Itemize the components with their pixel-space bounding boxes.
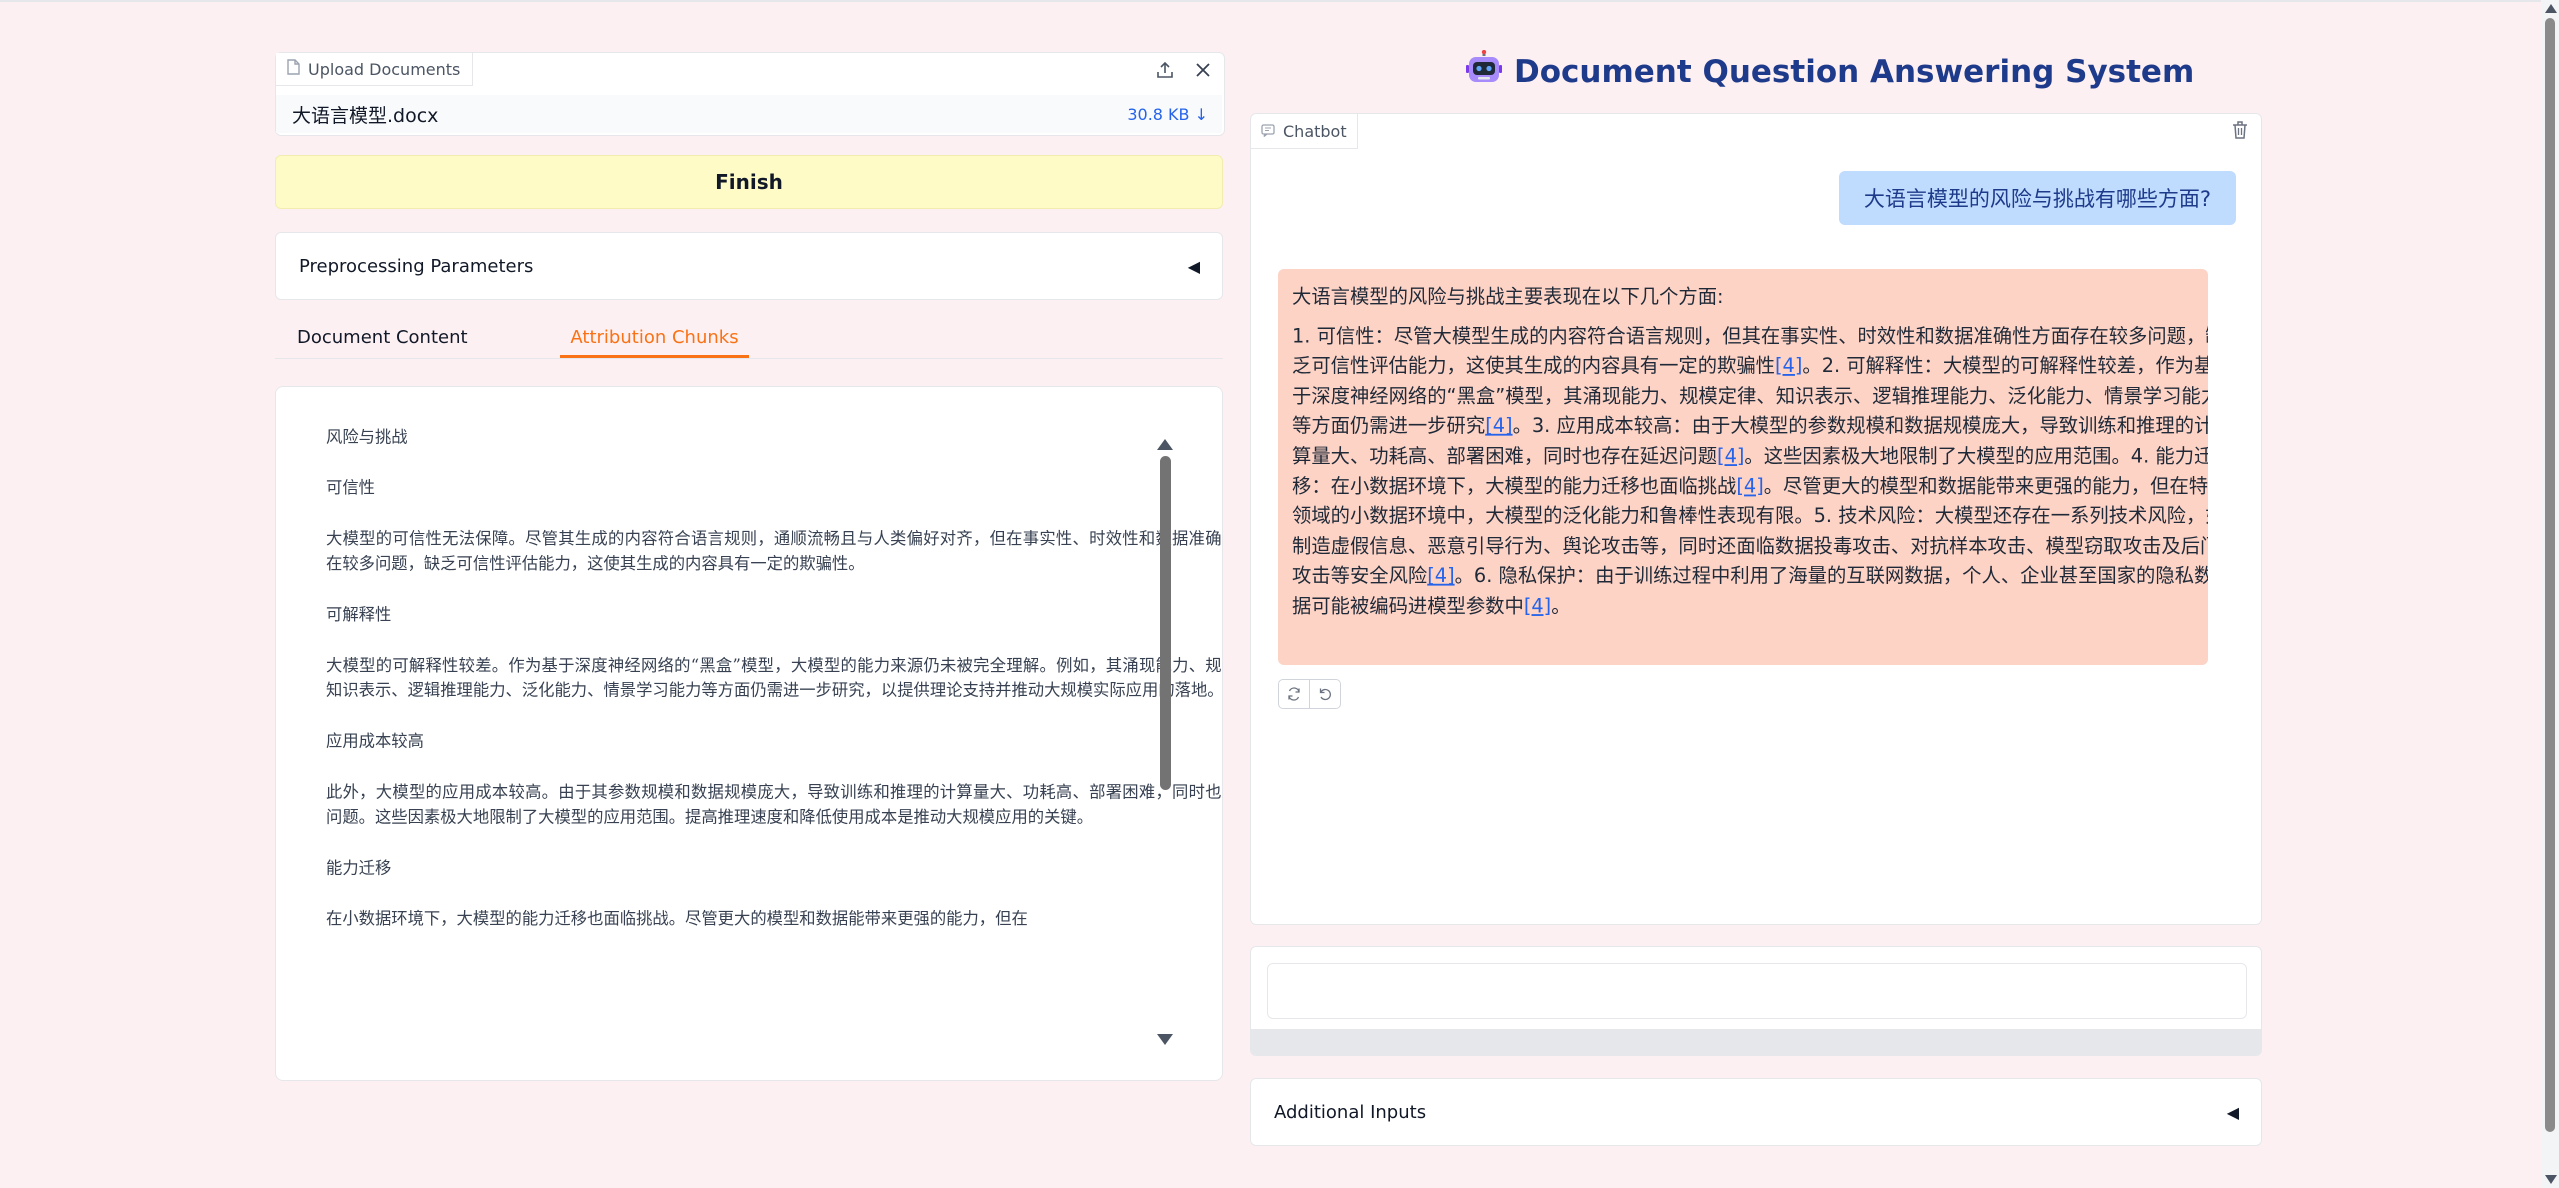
citation-link[interactable]: [4]: [1775, 355, 1802, 377]
bot-intro: 大语言模型的风险与挑战主要表现在以下几个方面:: [1292, 285, 1724, 308]
upload-toolbar: [1154, 59, 1214, 81]
doc-subheading: 可解释性: [326, 605, 392, 625]
chatbot-label: Chatbot: [1283, 121, 1347, 141]
undo-icon[interactable]: [1310, 679, 1341, 709]
close-icon[interactable]: [1192, 59, 1214, 81]
additional-inputs-label: Additional Inputs: [1274, 1101, 1427, 1123]
citation-link[interactable]: [4]: [1524, 595, 1551, 617]
tab-attribution-chunks[interactable]: Attribution Chunks: [560, 318, 749, 358]
input-footer-bar: [1251, 1029, 2261, 1055]
document-scrollbar[interactable]: [1157, 439, 1173, 1045]
upload-documents-tab: Upload Documents: [276, 53, 474, 86]
bot-message-text: 大语言模型的风险与挑战主要表现在以下几个方面: 1. 可信性：尽管大模型生成的内…: [1292, 282, 2208, 621]
citation-link[interactable]: [4]: [1736, 475, 1763, 497]
collapse-triangle-icon: ◀: [1187, 256, 1200, 276]
bot-message: 大语言模型的风险与挑战主要表现在以下几个方面: 1. 可信性：尽管大模型生成的内…: [1278, 269, 2208, 665]
top-border: [0, 0, 2559, 2]
robot-icon: [1466, 49, 1502, 94]
scroll-up-arrow-icon[interactable]: [1157, 439, 1173, 450]
page-title: Document Question Answering System: [1466, 49, 2195, 94]
upload-documents-label: Upload Documents: [308, 59, 461, 79]
retry-icon[interactable]: [1278, 679, 1310, 709]
trash-icon[interactable]: [2231, 120, 2251, 140]
additional-inputs-accordion[interactable]: Additional Inputs ◀: [1250, 1078, 2262, 1146]
page-scrollbar-thumb[interactable]: [2545, 18, 2555, 1132]
answer-segment: 。: [1551, 594, 1571, 617]
file-icon: [286, 59, 300, 79]
doc-heading: 风险与挑战: [326, 427, 408, 448]
doc-paragraph: 在小数据环境下，大模型的能力迁移也面临挑战。尽管更大的模型和数据能带来更强的能力…: [326, 909, 1028, 929]
citation-link[interactable]: [4]: [1427, 565, 1454, 587]
chat-input[interactable]: [1267, 963, 2247, 1019]
collapse-triangle-icon: ◀: [2226, 1102, 2239, 1122]
document-text: 风险与挑战 可信性 大模型的可信性无法保障。尽管其生成的内容符合语言规则，通顺流…: [326, 425, 1223, 958]
preprocessing-parameters-accordion[interactable]: Preprocessing Parameters ◀: [275, 232, 1223, 300]
doc-paragraph: 大模型的可解释性较差。作为基于深度神经网络的“黑盒”模型，大模型的能力来源仍未被…: [326, 656, 1223, 701]
file-name: 大语言模型.docx: [292, 104, 439, 127]
scrollbar-thumb[interactable]: [1160, 456, 1171, 790]
finish-button[interactable]: Finish: [275, 155, 1223, 209]
content-tabs: Document Content Attribution Chunks: [275, 318, 1223, 359]
tab-document-content[interactable]: Document Content: [297, 318, 468, 358]
doc-paragraph: 此外，大模型的应用成本较高。由于其参数规模和数据规模庞大，导致训练和推理的计算量…: [326, 783, 1223, 828]
uploaded-file-row[interactable]: 大语言模型.docx 30.8 KB ↓: [276, 95, 1222, 133]
scroll-down-arrow-icon[interactable]: [1157, 1034, 1173, 1045]
doc-paragraph: 大模型的可信性无法保障。尽管其生成的内容符合语言规则，通顺流畅且与人类偏好对齐，…: [326, 529, 1223, 574]
page-scroll-down-icon[interactable]: [2545, 1175, 2557, 1184]
title-text: Document Question Answering System: [1514, 54, 2195, 90]
chatbot-panel[interactable]: Chatbot 大语言模型的风险与挑战有哪些方面? 大语言模型的风险与挑战主要表…: [1250, 113, 2262, 925]
document-viewer[interactable]: 风险与挑战 可信性 大模型的可信性无法保障。尽管其生成的内容符合语言规则，通顺流…: [275, 386, 1223, 1081]
chatbot-tab: Chatbot: [1251, 114, 1358, 149]
doc-subheading: 可信性: [326, 478, 375, 498]
upload-icon[interactable]: [1154, 59, 1176, 81]
upload-documents-panel[interactable]: Upload Documents 大语言模型.docx 30.8 KB ↓: [275, 52, 1225, 136]
message-actions: [1278, 679, 1341, 709]
doc-subheading: 能力迁移: [326, 858, 392, 879]
preprocessing-parameters-label: Preprocessing Parameters: [299, 255, 534, 277]
page-scrollbar[interactable]: [2541, 0, 2559, 1188]
citation-link[interactable]: [4]: [1717, 445, 1744, 467]
doc-subheading: 应用成本较高: [326, 732, 424, 752]
chat-icon: [1261, 122, 1275, 141]
user-message: 大语言模型的风险与挑战有哪些方面?: [1839, 171, 2236, 225]
bot-answer-body: 1. 可信性：尽管大模型生成的内容符合语言规则，但其在事实性、时效性和数据准确性…: [1292, 321, 2208, 621]
page-scroll-up-icon[interactable]: [2545, 4, 2557, 13]
citation-link[interactable]: [4]: [1485, 415, 1512, 437]
chat-input-panel: [1250, 946, 2262, 1056]
file-size-download-link[interactable]: 30.8 KB ↓: [1127, 105, 1208, 124]
